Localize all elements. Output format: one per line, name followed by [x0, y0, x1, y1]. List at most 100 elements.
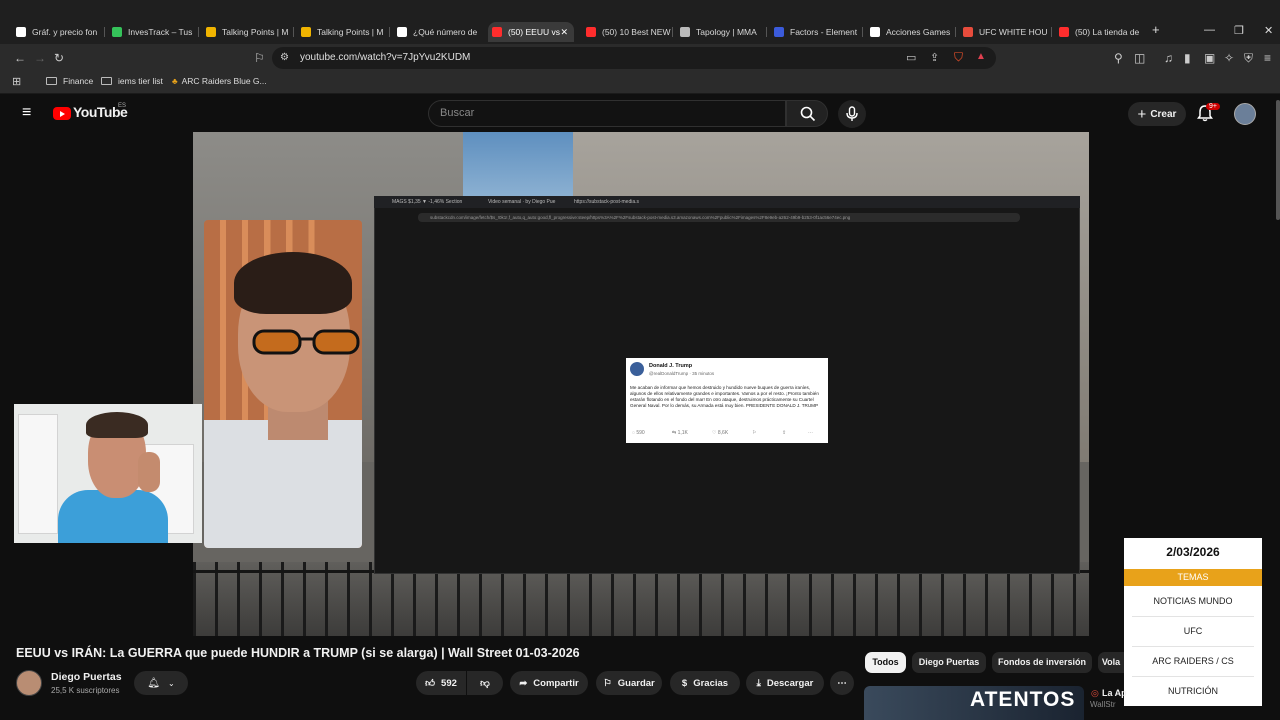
hamburger-menu-icon[interactable]: ≡ — [22, 104, 31, 122]
recommended-title[interactable]: La Ap — [1102, 688, 1127, 698]
browser-tab[interactable]: ¿Qué número de — [393, 22, 483, 42]
tweet-like-count: ♡ 8,6K — [712, 430, 729, 436]
url-text[interactable]: youtube.com/watch?v=7JpYvu2KUDM — [300, 52, 470, 63]
folder-icon — [101, 77, 112, 85]
shared-screen-url: substackcdn.com/image/fetch/$s_!0k1!,f_a… — [418, 213, 1020, 222]
tab-separator — [1051, 27, 1052, 37]
browser-tab[interactable]: Tapology | MMA — [676, 22, 766, 42]
bookmark-page-icon[interactable]: ⚐ — [254, 51, 265, 65]
overlay-topic: ARC RAIDERS / CS — [1152, 656, 1234, 666]
more-actions-button[interactable]: ⋯ — [830, 671, 854, 695]
check-icon — [112, 27, 122, 37]
download-button[interactable]: ⤓ Descargar — [746, 671, 824, 695]
share-page-icon[interactable]: ⇪ — [930, 51, 939, 64]
vpn-icon[interactable]: ⛨ — [1244, 51, 1253, 66]
like-button[interactable]: 👍︎ 592 — [416, 671, 466, 695]
chip-vola[interactable]: Vola — [1098, 652, 1124, 673]
youtube-icon — [586, 27, 596, 37]
overlay-divider — [1132, 676, 1254, 677]
media-icon[interactable]: ♫ — [1164, 51, 1173, 65]
create-button[interactable]: + Crear — [1128, 102, 1186, 126]
browser-tab[interactable]: Factors - Element — [770, 22, 860, 42]
back-icon[interactable]: ← — [14, 51, 26, 65]
save-button[interactable]: ⚐ Guardar — [596, 671, 662, 695]
browser-tab[interactable]: UFC WHITE HOU — [959, 22, 1049, 42]
page-scrollbar[interactable] — [1276, 100, 1280, 220]
site-settings-icon[interactable]: ⚙ — [280, 52, 289, 63]
chip-all[interactable]: Todos — [865, 652, 906, 673]
share-icon: ➦ — [519, 677, 528, 689]
browser-tab[interactable]: Talking Points | M — [297, 22, 387, 42]
bookmark-arc-raiders[interactable]: ♣ ARC Raiders Blue G... — [172, 76, 267, 86]
tab-separator — [672, 27, 673, 37]
more-icon: ⋯ — [837, 677, 847, 689]
menu-icon[interactable]: ≡ — [1264, 51, 1271, 65]
apps-grid-icon[interactable]: ⊞ — [12, 75, 21, 88]
browser-tab[interactable]: (50) La tienda de — [1055, 22, 1145, 42]
sidebar-icon[interactable]: ▮ — [1184, 51, 1191, 65]
thanks-icon: $ — [681, 677, 688, 689]
browser-tab-title: Talking Points | M — [222, 27, 289, 37]
search-button[interactable] — [786, 100, 828, 127]
bookmark-iems[interactable]: iems tier list — [101, 76, 163, 86]
browser-tab-title: UFC WHITE HOU — [979, 27, 1048, 37]
browser-tab[interactable]: Acciones Games — [866, 22, 954, 42]
factors-icon — [774, 27, 784, 37]
close-tab-icon[interactable]: ✕ — [560, 27, 568, 38]
search-input[interactable] — [428, 100, 786, 127]
host-hair — [234, 252, 352, 314]
download-icon: ⤓ — [756, 677, 761, 689]
chip-channel[interactable]: Diego Puertas — [912, 652, 986, 673]
youtube-logo-icon[interactable] — [53, 107, 71, 120]
brave-shield-icon[interactable]: ⛉ — [954, 50, 963, 65]
shared-tab-2: Video semanal · by Diego Pue — [488, 199, 556, 205]
shelf — [18, 414, 58, 534]
tv-icon — [16, 27, 26, 37]
tweet-reply-count: ◌ 590 — [632, 430, 645, 436]
browser-tab[interactable]: (50) EEUU vs ✕ — [488, 22, 574, 42]
tab-separator — [389, 27, 390, 37]
rewards-icon[interactable]: ▲ — [976, 51, 986, 62]
browser-tab[interactable]: Gráf. y precio fon — [12, 22, 102, 42]
leo-ai-icon[interactable]: ✧ — [1224, 51, 1234, 65]
subscription-bell-button[interactable]: 🔔︎ ⌄ — [134, 671, 188, 695]
search-icon — [800, 106, 816, 122]
overlay-divider — [1132, 646, 1254, 647]
wallet-icon[interactable]: ▣ — [1204, 51, 1215, 65]
browser-tab-title: (50) EEUU vs — [508, 27, 560, 37]
shared-tab-1: MAGS $1,35 ▼ -1,46% Section — [392, 199, 463, 205]
bookmark-finance[interactable]: Finance — [46, 76, 93, 86]
dislike-button[interactable]: 👎︎ — [467, 671, 503, 695]
browser-tab[interactable]: Talking Points | M — [202, 22, 292, 42]
extensions-icon[interactable]: ⚲ — [1114, 51, 1123, 65]
shared-screen-tabs — [374, 196, 1080, 208]
browser-tab[interactable]: InvesTrack – Tus — [108, 22, 198, 42]
share-button[interactable]: ➦ Compartir — [510, 671, 588, 695]
tweet-bookmark-icon: ⚐ — [752, 430, 757, 436]
browser-tab-title: Gráf. y precio fon — [32, 27, 98, 37]
overlay-topic: UFC — [1183, 626, 1203, 636]
folder-icon — [46, 77, 57, 85]
minimize-icon[interactable]: — — [1204, 24, 1215, 36]
browser-tab[interactable]: (50) 10 Best NEW — [582, 22, 672, 42]
arc-raiders-icon: ♣ — [172, 76, 178, 86]
channel-avatar[interactable] — [16, 670, 42, 696]
thanks-button[interactable]: $ Gracias — [670, 671, 740, 695]
reload-icon[interactable]: ↻ — [54, 51, 64, 65]
forward-icon[interactable]: → — [34, 51, 46, 65]
restore-icon[interactable]: ❐ — [1234, 24, 1244, 37]
channel-name[interactable]: Diego Puertas — [51, 671, 122, 683]
youtube-icon — [492, 27, 502, 37]
chip-funds[interactable]: Fondos de inversión — [992, 652, 1092, 673]
chat-icon — [397, 27, 407, 37]
cast-icon[interactable]: ▭ — [906, 51, 916, 64]
overlay-topic: NUTRICIÓN — [1168, 686, 1218, 696]
sunglasses-icon — [252, 329, 360, 355]
new-tab-icon[interactable]: + — [1152, 22, 1160, 37]
close-window-icon[interactable]: ✕ — [1264, 24, 1273, 37]
microphone-icon — [846, 106, 858, 121]
screenshot-icon[interactable]: ◫ — [1134, 51, 1145, 65]
account-avatar[interactable] — [1234, 103, 1256, 125]
voice-search-button[interactable] — [838, 100, 866, 128]
thumbs-down-icon: 👎︎ — [480, 678, 490, 689]
